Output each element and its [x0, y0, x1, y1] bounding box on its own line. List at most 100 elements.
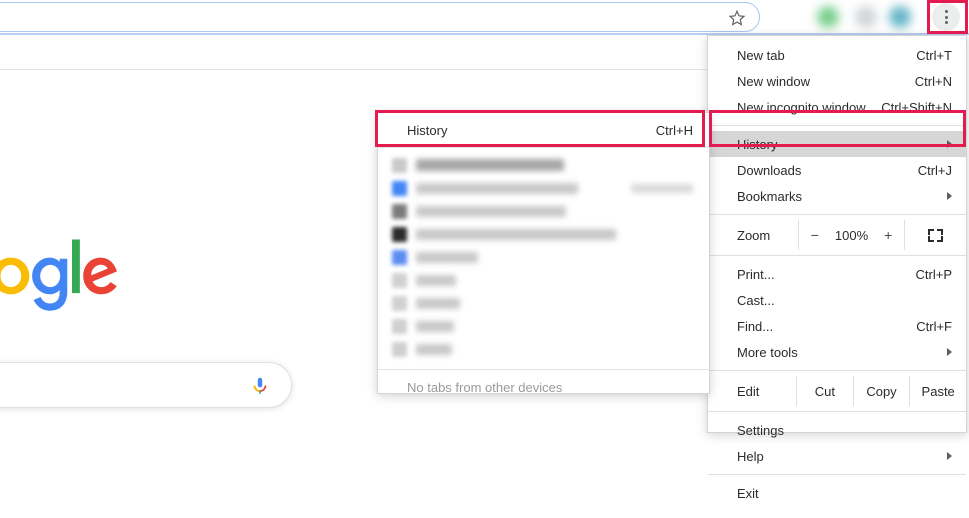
list-item[interactable]: [378, 292, 709, 315]
fullscreen-icon: [928, 229, 943, 242]
menu-item-label: History: [737, 137, 777, 152]
omnibox[interactable]: [0, 2, 760, 32]
menu-item-label: New incognito window: [737, 100, 866, 115]
redacted-label: [416, 183, 578, 194]
chrome-main-menu[interactable]: New tab Ctrl+T New window Ctrl+N New inc…: [707, 35, 967, 433]
redacted-label: [416, 321, 454, 332]
chevron-right-icon: [947, 348, 952, 356]
favicon: [392, 250, 407, 265]
zoom-label: Zoom: [708, 220, 798, 250]
menu-item-shortcut: Ctrl+Shift+N: [881, 100, 952, 115]
menu-item-label: Exit: [737, 486, 759, 501]
menu-item-label: New tab: [737, 48, 785, 63]
menu-dot: [945, 21, 948, 24]
menu-item-new-incognito-window[interactable]: New incognito window Ctrl+Shift+N: [708, 94, 966, 120]
list-item[interactable]: [378, 338, 709, 361]
cut-button[interactable]: Cut: [796, 376, 853, 406]
extension-icons[interactable]: [815, 3, 925, 31]
menu-dot: [945, 16, 948, 19]
favicon: [392, 319, 407, 334]
chevron-right-icon: [947, 452, 952, 460]
menu-item-label: Downloads: [737, 163, 801, 178]
menu-item-bookmarks[interactable]: Bookmarks: [708, 183, 966, 209]
menu-item-find[interactable]: Find... Ctrl+F: [708, 313, 966, 339]
zoom-controls[interactable]: − 100% +: [798, 220, 904, 250]
three-dot-menu-icon[interactable]: [932, 3, 960, 31]
menu-item-new-tab[interactable]: New tab Ctrl+T: [708, 42, 966, 68]
list-item[interactable]: [378, 223, 709, 246]
redacted-label: [416, 159, 564, 171]
google-logo: [0, 237, 119, 313]
no-tabs-from-other-devices-label: No tabs from other devices: [378, 370, 709, 404]
favicon: [392, 273, 407, 288]
history-header-label: History: [407, 123, 447, 138]
microphone-icon[interactable]: [249, 375, 271, 397]
menu-item-exit[interactable]: Exit: [708, 480, 966, 506]
history-submenu[interactable]: History Ctrl+H: [377, 112, 710, 394]
menu-divider: [708, 474, 966, 475]
redacted-label: [416, 275, 456, 286]
bookmarks-bar: [0, 35, 711, 70]
extension-icon-green[interactable]: [817, 6, 839, 28]
zoom-in-button[interactable]: +: [882, 227, 894, 243]
menu-dot: [945, 10, 948, 13]
menu-item-label: Print...: [737, 267, 775, 282]
menu-item-shortcut: Ctrl+N: [915, 74, 952, 89]
menu-item-label: New window: [737, 74, 810, 89]
redacted-label: [416, 298, 460, 309]
menu-item-shortcut: Ctrl+J: [918, 163, 952, 178]
menu-item-help[interactable]: Help: [708, 443, 966, 469]
extension-icon-gray[interactable]: [855, 6, 877, 28]
menu-item-label: More tools: [737, 345, 798, 360]
menu-item-settings[interactable]: Settings: [708, 417, 966, 443]
menu-item-history[interactable]: History: [708, 131, 966, 157]
menu-divider: [708, 255, 966, 256]
chevron-right-icon: [947, 140, 952, 148]
favicon: [392, 181, 407, 196]
copy-button[interactable]: Copy: [853, 376, 910, 406]
google-search-box[interactable]: [0, 362, 292, 408]
recently-closed-list[interactable]: [378, 148, 709, 365]
history-header-shortcut: Ctrl+H: [656, 123, 693, 138]
paste-button[interactable]: Paste: [909, 376, 966, 406]
extension-icon-teal[interactable]: [889, 6, 911, 28]
menu-item-downloads[interactable]: Downloads Ctrl+J: [708, 157, 966, 183]
menu-item-shortcut: Ctrl+T: [916, 48, 952, 63]
favicon: [392, 227, 407, 242]
list-item[interactable]: [378, 177, 709, 200]
menu-divider: [708, 370, 966, 371]
menu-item-label: Find...: [737, 319, 773, 334]
menu-zoom-row[interactable]: Zoom − 100% +: [708, 220, 966, 250]
menu-item-more-tools[interactable]: More tools: [708, 339, 966, 365]
menu-item-print[interactable]: Print... Ctrl+P: [708, 261, 966, 287]
redacted-label: [416, 252, 478, 263]
menu-edit-row[interactable]: Edit Cut Copy Paste: [708, 376, 966, 406]
menu-item-shortcut: Ctrl+P: [916, 267, 952, 282]
history-submenu-header[interactable]: History Ctrl+H: [378, 113, 709, 147]
zoom-out-button[interactable]: −: [809, 227, 821, 243]
favicon: [392, 204, 407, 219]
list-item[interactable]: [378, 269, 709, 292]
zoom-level-value: 100%: [835, 228, 868, 243]
list-item[interactable]: [378, 246, 709, 269]
redacted-label: [416, 206, 566, 217]
browser-toolbar: [0, 0, 969, 33]
redacted-label: [416, 229, 616, 240]
fullscreen-button[interactable]: [904, 220, 966, 250]
list-item[interactable]: [378, 315, 709, 338]
favicon: [392, 158, 407, 173]
browser-window: New tab Ctrl+T New window Ctrl+N New inc…: [0, 0, 969, 518]
star-icon[interactable]: [728, 9, 746, 27]
redacted-label: [416, 344, 452, 355]
redacted-meta: [631, 184, 693, 193]
list-item: [378, 153, 709, 177]
favicon: [392, 296, 407, 311]
menu-item-new-window[interactable]: New window Ctrl+N: [708, 68, 966, 94]
menu-item-label: Cast...: [737, 293, 775, 308]
menu-item-label: Bookmarks: [737, 189, 802, 204]
menu-divider: [708, 411, 966, 412]
menu-item-cast[interactable]: Cast...: [708, 287, 966, 313]
list-item[interactable]: [378, 200, 709, 223]
favicon: [392, 342, 407, 357]
menu-divider: [708, 214, 966, 215]
